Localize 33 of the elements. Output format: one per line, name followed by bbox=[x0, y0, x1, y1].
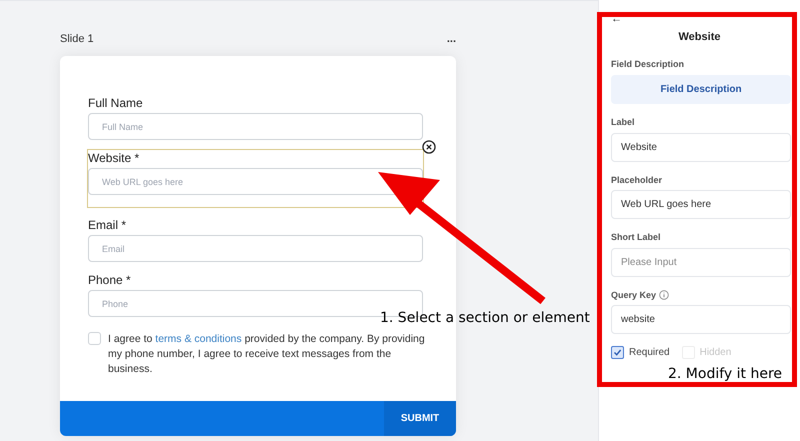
field-label: Email * bbox=[88, 217, 128, 233]
text-field[interactable]: Web URL goes here bbox=[611, 190, 791, 219]
field-label: Phone * bbox=[88, 272, 132, 288]
annotation-text: 2. Modify it here bbox=[668, 365, 782, 384]
consent-text: I agree to terms & conditions provided by the company. By providing my phone number, I agree to receive text messages from the business. bbox=[108, 332, 425, 377]
text-field[interactable]: Full Name bbox=[88, 113, 423, 140]
text-field[interactable]: website bbox=[611, 305, 791, 334]
consent-checkbox[interactable] bbox=[88, 332, 101, 345]
text-field[interactable]: Website bbox=[611, 132, 791, 162]
back-button[interactable]: ← bbox=[611, 14, 622, 25]
text-field[interactable]: Email bbox=[88, 235, 423, 262]
input-label: Label bbox=[611, 116, 635, 129]
option-checkbox[interactable] bbox=[611, 346, 624, 359]
input-label: Placeholder bbox=[611, 174, 662, 186]
slide-title: Slide 1 bbox=[60, 32, 94, 47]
field-label: Website * bbox=[88, 150, 140, 166]
section-label: Field Description bbox=[611, 58, 686, 71]
info-icon[interactable] bbox=[659, 290, 670, 300]
terms-link[interactable]: terms & conditions bbox=[155, 333, 242, 345]
more-options-button[interactable]: ... bbox=[446, 34, 456, 44]
submit-button[interactable]: SUBMIT bbox=[384, 401, 456, 436]
input-label: Query Key bbox=[611, 288, 656, 302]
selected-field-section[interactable]: Website * Web URL goes here bbox=[87, 149, 424, 208]
text-field[interactable]: Web URL goes here bbox=[88, 168, 423, 195]
panel-title: Website bbox=[678, 30, 722, 45]
option-label: Required bbox=[629, 346, 670, 360]
option-label: Hidden bbox=[700, 346, 732, 360]
remove-icon[interactable] bbox=[422, 140, 436, 154]
field-description-button[interactable]: Field Description bbox=[611, 75, 791, 104]
text-field[interactable]: Please Input bbox=[611, 248, 791, 276]
input-label: Short Label bbox=[611, 231, 661, 244]
field-label: Full Name bbox=[88, 95, 144, 111]
checkmark-icon bbox=[613, 348, 622, 357]
